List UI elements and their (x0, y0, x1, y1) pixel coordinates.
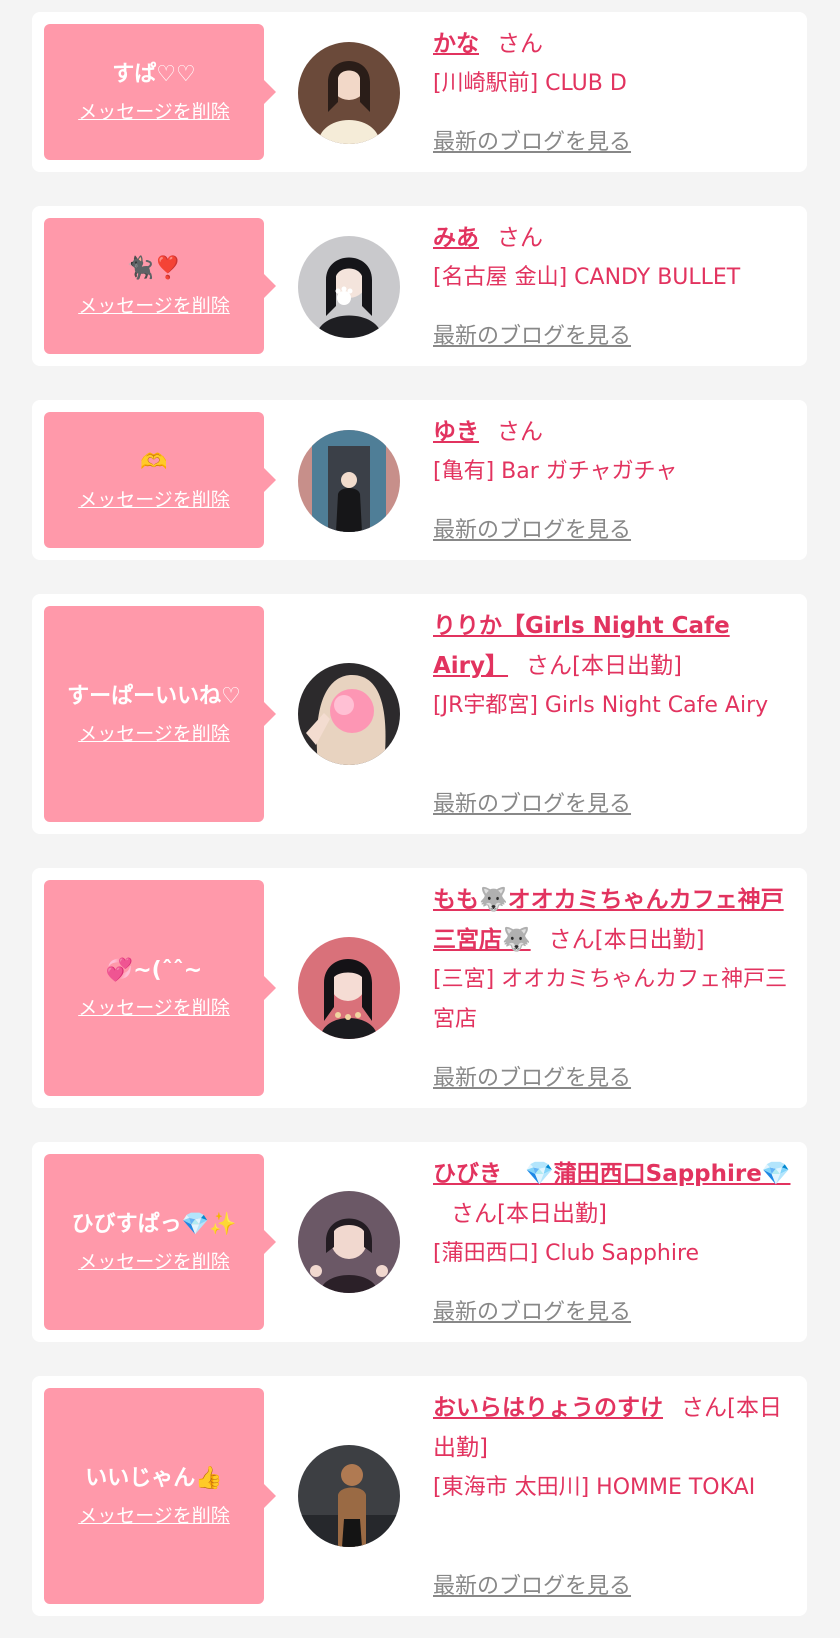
message-text: すーぱーいいね♡ (67, 684, 241, 709)
profile-photo-icon (298, 430, 400, 532)
message-bubble: すぱ♡♡ メッセージを削除 (44, 24, 276, 160)
profile-info: りりか【Girls Night Cafe Airy】 さん[本日出勤] [JR宇都… (433, 606, 797, 726)
name-line: ひびき 💎蒲田西口Sapphire💎 さん[本日出勤] (433, 1154, 797, 1234)
profile-name-link[interactable]: おいらはりょうのすけ (433, 1395, 663, 1421)
name-suffix: さん (497, 419, 543, 445)
shop-label: [亀有] Bar ガチャガチャ (433, 459, 678, 484)
latest-blog-link[interactable]: 最新のブログを見る (433, 322, 631, 352)
profile-info: おいらはりょうのすけ さん[本日出勤] [東海市 太田川] HOMME TOKAI (433, 1388, 797, 1508)
profile-name-link[interactable]: かな (433, 31, 479, 57)
message-bubble: ひびすぱっ💎✨ メッセージを削除 (44, 1154, 276, 1330)
profile-info: みあ さん [名古屋 金山] CANDY BULLET (433, 218, 797, 298)
message-bubble: 💞~(ˆˆ~ メッセージを削除 (44, 880, 276, 1096)
message-bubble: 🫶 メッセージを削除 (44, 412, 276, 548)
shop-label: [東海市 太田川] HOMME TOKAI (433, 1475, 756, 1500)
name-line: もも🐺オオカミちゃんカフェ神戸三宮店🐺 さん[本日出勤] (433, 880, 797, 960)
name-line: りりか【Girls Night Cafe Airy】 さん[本日出勤] (433, 606, 797, 686)
shop-label: [名古屋 金山] CANDY BULLET (433, 265, 741, 290)
profile-info: ゆき さん [亀有] Bar ガチャガチャ (433, 412, 797, 492)
profile-photo-icon (298, 1445, 400, 1547)
profile-photo-icon (298, 1191, 400, 1293)
profile-photo-icon (298, 236, 400, 338)
name-line: ゆき さん (433, 412, 797, 452)
avatar[interactable] (298, 1445, 400, 1547)
list-item: 💞~(ˆˆ~ メッセージを削除 もも🐺オオカミちゃんカフェ神戸三宮店🐺 さん[本日… (32, 868, 807, 1108)
avatar[interactable] (298, 937, 400, 1039)
latest-blog-link[interactable]: 最新のブログを見る (433, 1064, 631, 1094)
profile-info: もも🐺オオカミちゃんカフェ神戸三宮店🐺 さん[本日出勤] [三宮] オオカミちゃん… (433, 880, 797, 1040)
list-item: 🫶 メッセージを削除 ゆき さん [亀有] Bar ガチャガチャ 最新のブログを見… (32, 400, 807, 560)
shop-label: [JR宇都宮] Girls Night Cafe Airy (433, 693, 769, 718)
message-text: ひびすぱっ💎✨ (71, 1212, 237, 1237)
list-item: すぱ♡♡ メッセージを削除 かな さん [川崎駅前] CLUB D 最新のブログを… (32, 12, 807, 172)
avatar[interactable] (298, 1191, 400, 1293)
name-line: おいらはりょうのすけ さん[本日出勤] (433, 1388, 797, 1468)
avatar[interactable] (298, 430, 400, 532)
delete-message-link[interactable]: メッセージを削除 (78, 100, 230, 124)
latest-blog-link[interactable]: 最新のブログを見る (433, 128, 631, 158)
profile-photo-icon (298, 937, 400, 1039)
avatar[interactable] (298, 42, 400, 144)
latest-blog-link[interactable]: 最新のブログを見る (433, 516, 631, 546)
message-text: すぱ♡♡ (112, 62, 196, 87)
delete-message-link[interactable]: メッセージを削除 (78, 722, 230, 746)
message-text: いいじゃん👍 (85, 1466, 223, 1491)
message-bubble: いいじゃん👍 メッセージを削除 (44, 1388, 276, 1604)
message-text: 🫶 (140, 450, 168, 475)
profile-name-link[interactable]: ひびき 💎蒲田西口Sapphire💎 (433, 1161, 791, 1187)
name-line: みあ さん (433, 218, 797, 258)
delete-message-link[interactable]: メッセージを削除 (78, 294, 230, 318)
list-item: 🐈‍⬛❣️ メッセージを削除 みあ さん [名古屋 金山] CANDY BULLE… (32, 206, 807, 366)
shop-label: [三宮] オオカミちゃんカフェ神戸三宮店 (433, 967, 788, 1032)
latest-blog-link[interactable]: 最新のブログを見る (433, 1572, 631, 1602)
profile-photo-icon (298, 663, 400, 765)
message-bubble: すーぱーいいね♡ メッセージを削除 (44, 606, 276, 822)
message-text: 💞~(ˆˆ~ (105, 958, 203, 983)
profile-name-link[interactable]: みあ (433, 225, 479, 251)
shop-label: [川崎駅前] CLUB D (433, 71, 627, 96)
avatar[interactable] (298, 236, 400, 338)
latest-blog-link[interactable]: 最新のブログを見る (433, 1298, 631, 1328)
avatar[interactable] (298, 663, 400, 765)
name-suffix: さん[本日出勤] (548, 927, 705, 953)
delete-message-link[interactable]: メッセージを削除 (78, 996, 230, 1020)
delete-message-link[interactable]: メッセージを削除 (78, 1250, 230, 1274)
list-item: ひびすぱっ💎✨ メッセージを削除 ひびき 💎蒲田西口Sapphire💎 さん[本日… (32, 1142, 807, 1342)
list-item: すーぱーいいね♡ メッセージを削除 りりか【Girls Night Cafe A… (32, 594, 807, 834)
profile-name-link[interactable]: ゆき (433, 419, 479, 445)
name-suffix: さん[本日出勤] (451, 1201, 607, 1227)
message-text: 🐈‍⬛❣️ (126, 256, 182, 281)
latest-blog-link[interactable]: 最新のブログを見る (433, 790, 631, 820)
list-item: いいじゃん👍 メッセージを削除 おいらはりょうのすけ さん[本日出勤] [東海市 … (32, 1376, 807, 1616)
delete-message-link[interactable]: メッセージを削除 (78, 488, 230, 512)
shop-label: [蒲田西口] Club Sapphire (433, 1241, 700, 1266)
delete-message-link[interactable]: メッセージを削除 (78, 1504, 230, 1528)
name-suffix: さん (497, 225, 543, 251)
profile-info: ひびき 💎蒲田西口Sapphire💎 さん[本日出勤] [蒲田西口] Club S… (433, 1154, 797, 1274)
profile-photo-icon (298, 42, 400, 144)
name-suffix: さん[本日出勤] (526, 653, 682, 679)
profile-info: かな さん [川崎駅前] CLUB D (433, 24, 797, 104)
name-suffix: さん (497, 31, 543, 57)
name-line: かな さん (433, 24, 797, 64)
message-bubble: 🐈‍⬛❣️ メッセージを削除 (44, 218, 276, 354)
